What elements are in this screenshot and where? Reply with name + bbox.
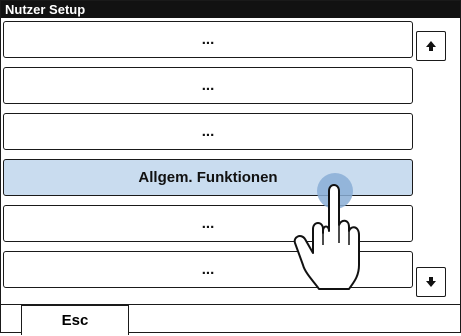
list-item-label: ... [201, 261, 215, 278]
list-item-label: ... [201, 31, 215, 48]
dialog-window: Nutzer Setup ... ... ... Allgem. Funktio… [0, 0, 461, 335]
list-item-1[interactable]: ... [3, 21, 413, 58]
list-item-label: Allgem. Funktionen [138, 169, 278, 186]
scroll-up-button[interactable] [416, 31, 446, 61]
list-item-label: ... [201, 77, 215, 94]
list-item-3[interactable]: ... [3, 113, 413, 150]
window-title: Nutzer Setup [1, 1, 460, 18]
esc-button[interactable]: Esc [21, 305, 129, 335]
list-item-2[interactable]: ... [3, 67, 413, 104]
touch-hand-icon [293, 173, 360, 290]
arrow-down-icon [426, 277, 436, 287]
list-item-label: ... [201, 215, 215, 232]
scroll-down-button[interactable] [416, 267, 446, 297]
arrow-up-icon [426, 41, 436, 51]
list-item-label: ... [201, 123, 215, 140]
